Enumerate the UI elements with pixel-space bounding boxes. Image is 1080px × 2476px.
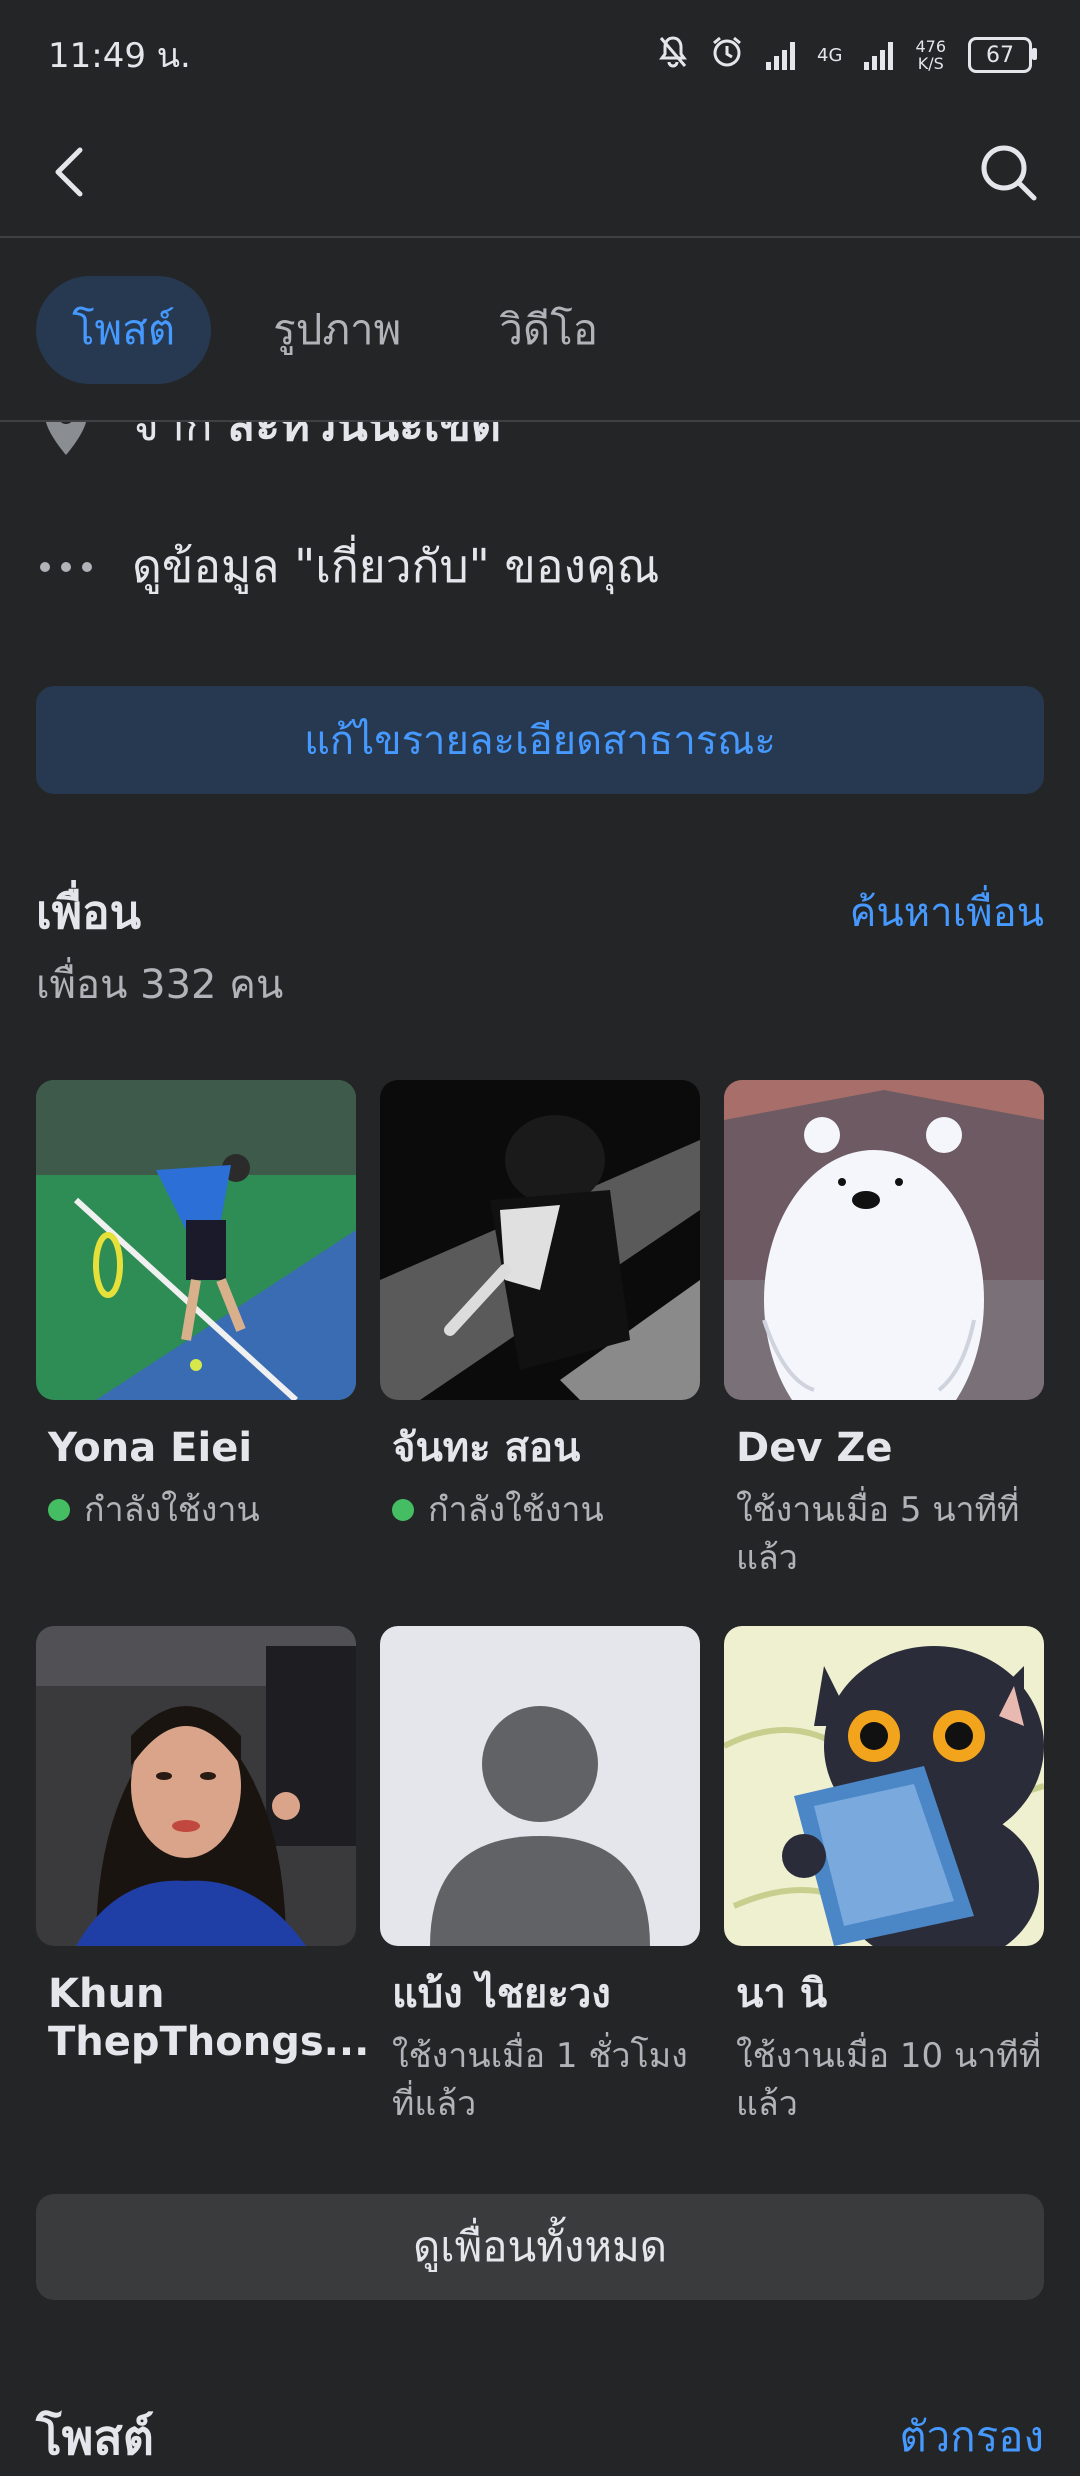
status-bar: 11:49 น. 4G 476 K/S 67 [0, 0, 1080, 110]
wifi-signal-icon [766, 40, 796, 70]
friend-card-dev-ze[interactable]: Dev Ze ใช้งานเมื่อ 5 นาทีที่แล้ว [724, 1080, 1044, 1582]
friend-photo[interactable] [36, 1626, 356, 1946]
friend-status-text: ใช้งานเมื่อ 10 นาทีที่แล้ว [736, 2036, 1042, 2124]
network-type: 4G [817, 44, 843, 66]
view-about-row[interactable]: ดูข้อมูล "เกี่ยวกับ" ของคุณ [36, 530, 659, 603]
see-all-friends-button[interactable]: ดูเพื่อนทั้งหมด [36, 2194, 1044, 2300]
friend-name[interactable]: แบ้ง ไชยะวง [392, 1970, 700, 2018]
default-avatar-icon [380, 1626, 700, 1946]
friend-name[interactable]: Dev Ze [736, 1424, 1044, 1472]
friends-section-title: เพื่อน [36, 885, 142, 939]
net-speed-unit: K/S [917, 54, 944, 73]
alarm-icon [710, 35, 744, 76]
friend-status-text: กำลังใช้งาน [428, 1490, 604, 1530]
friend-name[interactable]: Yona Eiei [48, 1424, 356, 1472]
net-speed: 476 K/S [915, 38, 946, 72]
friend-status: ใช้งานเมื่อ 10 นาทีที่แล้ว [736, 2032, 1044, 2128]
from-row-clip: จาก สะหวันนะเขต [0, 422, 1080, 472]
from-row: จาก สะหวันนะเขต [36, 422, 501, 461]
friend-status: ใช้งานเมื่อ 1 ชั่วโมงที่แล้ว [392, 2032, 700, 2128]
friend-card-yona[interactable]: Yona Eiei กำลังใช้งาน [36, 1080, 356, 1534]
friends-count: เพื่อน 332 คน [36, 962, 284, 1008]
friend-photo[interactable] [380, 1626, 700, 1946]
friend-card-baeng[interactable]: แบ้ง ไชยะวง ใช้งานเมื่อ 1 ชั่วโมงที่แล้ว [380, 1626, 700, 2128]
back-button[interactable] [40, 140, 104, 204]
friend-photo[interactable] [724, 1626, 1044, 1946]
from-place: สะหวันนะเขต [227, 422, 501, 451]
tab-photos[interactable]: รูปภาพ [237, 276, 437, 384]
from-prefix: จาก [132, 422, 213, 451]
friend-photo[interactable] [724, 1080, 1044, 1400]
tab-videos[interactable]: วิดีโอ [463, 276, 634, 384]
tab-posts[interactable]: โพสต์ [36, 276, 212, 384]
friend-name[interactable]: จันทะ สอน [392, 1424, 700, 1472]
back-arrow-icon [55, 147, 83, 197]
search-button[interactable] [976, 140, 1040, 204]
friend-name[interactable]: นา นิ [736, 1970, 1044, 2018]
posts-section-title: โพสต์ [36, 2410, 154, 2466]
friend-photo[interactable] [380, 1080, 700, 1400]
online-indicator [392, 1499, 414, 1521]
friend-status-text: ใช้งานเมื่อ 1 ชั่วโมงที่แล้ว [392, 2036, 688, 2124]
friend-status: กำลังใช้งาน [48, 1486, 356, 1534]
location-pin-icon [36, 422, 96, 457]
view-about-label: ดูข้อมูล "เกี่ยวกับ" ของคุณ [132, 539, 660, 593]
filters-link[interactable]: ตัวกรอง [899, 2404, 1044, 2470]
friend-status: กำลังใช้งาน [392, 1486, 700, 1534]
friend-name[interactable]: Khun ThepThongs... [48, 1970, 369, 2066]
cell-signal-icon [864, 40, 894, 70]
mute-notifications-icon [658, 35, 688, 76]
status-icons: 4G 476 K/S 67 [658, 35, 1037, 76]
top-navigation [0, 110, 1080, 238]
profile-tabs: โพสต์ รูปภาพ วิดีโอ [36, 276, 634, 384]
friend-status: ใช้งานเมื่อ 5 นาทีที่แล้ว [736, 1486, 1044, 1582]
friend-card-chantha[interactable]: จันทะ สอน กำลังใช้งาน [380, 1080, 700, 1534]
battery-icon: 67 [968, 37, 1037, 73]
edit-public-details-button[interactable]: แก้ไขรายละเอียดสาธารณะ [36, 686, 1044, 794]
find-friends-link[interactable]: ค้นหาเพื่อน [850, 880, 1044, 944]
friend-status-text: กำลังใช้งาน [84, 1490, 260, 1530]
friend-photo[interactable] [36, 1080, 356, 1400]
search-icon [981, 145, 1037, 201]
status-time: 11:49 น. [48, 36, 191, 76]
online-indicator [48, 1499, 70, 1521]
battery-level: 67 [986, 42, 1014, 68]
more-dots-icon [36, 560, 96, 574]
friend-card-na-ni[interactable]: นา นิ ใช้งานเมื่อ 10 นาทีที่แล้ว [724, 1626, 1044, 2128]
friend-status-text: ใช้งานเมื่อ 5 นาทีที่แล้ว [736, 1490, 1020, 1578]
friend-card-khun[interactable]: Khun ThepThongs... [36, 1626, 369, 2066]
